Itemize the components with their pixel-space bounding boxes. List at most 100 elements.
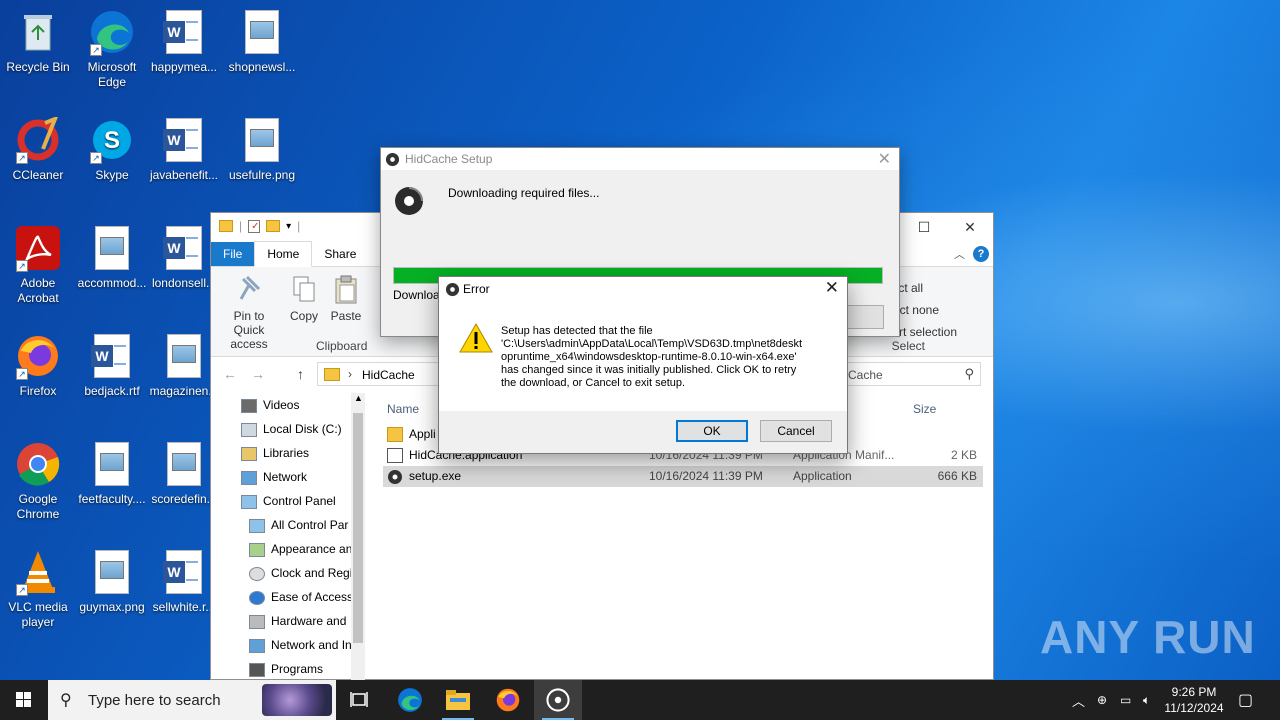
nav-item-network[interactable]: Network (241, 465, 351, 489)
nav-item-clock[interactable]: Clock and Regi (249, 561, 351, 585)
taskbar-firefox[interactable] (484, 680, 532, 720)
show-hidden-icons-button[interactable]: ︿ (1072, 680, 1085, 720)
desktop-icon-ccleaner[interactable]: ↗ CCleaner (0, 116, 76, 183)
edge-icon (398, 688, 422, 712)
desktop-icon-firefox[interactable]: ↗ Firefox (0, 332, 76, 399)
nav-label: Appearance an (271, 542, 351, 556)
tab-file[interactable]: File (211, 242, 255, 266)
nav-item-videos[interactable]: Videos (241, 393, 351, 417)
up-arrow-icon[interactable]: ↑ (297, 366, 304, 382)
file-row-selected[interactable]: setup.exe 10/16/2024 11:39 PM Applicatio… (383, 466, 983, 487)
nav-item-appearance[interactable]: Appearance an (249, 537, 351, 561)
invert-selection-button[interactable]: rt selection (899, 325, 957, 339)
nav-item-ease-of-access[interactable]: Ease of Access (249, 585, 351, 609)
image-file-icon (238, 8, 286, 56)
pin-icon (235, 275, 263, 305)
window-controls: ☐ ✕ (901, 213, 993, 241)
file-date: 10/16/2024 11:39 PM (649, 469, 763, 483)
nav-label: Local Disk (C:) (263, 422, 342, 436)
close-icon[interactable]: ✕ (878, 149, 891, 169)
column-header-size[interactable]: Size (913, 402, 936, 416)
cancel-button[interactable]: Cancel (760, 420, 832, 442)
desktop-icon-adobe-acrobat[interactable]: ↗ Adobe Acrobat (0, 224, 76, 306)
desktop-icon-label: accommod... (77, 276, 147, 290)
back-arrow-icon[interactable]: ← (223, 366, 237, 382)
nav-scrollbar[interactable]: ▲ (351, 393, 365, 681)
nav-item-libraries[interactable]: Libraries (241, 441, 351, 465)
scrollbar-thumb[interactable] (353, 413, 363, 643)
network-icon[interactable]: ▭ (1120, 680, 1131, 720)
shortcut-arrow-icon: ↗ (90, 152, 102, 164)
shortcut-arrow-icon: ↗ (16, 584, 28, 596)
taskbar-search-input[interactable]: ⚲ Type here to search (48, 680, 336, 720)
column-header-name[interactable]: Name (387, 402, 419, 416)
nav-item-hardware[interactable]: Hardware and (249, 609, 351, 633)
firefox-icon (496, 688, 520, 712)
desktop-icon-shopnewsl[interactable]: shopnewsl... (224, 8, 300, 75)
tab-home[interactable]: Home (254, 241, 313, 267)
anyrun-watermark: ANY RUN (1040, 611, 1256, 663)
desktop-icon-happymea[interactable]: W happymea... (146, 8, 222, 75)
vlc-icon: ↗ (14, 548, 62, 596)
desktop-icon-javabenefit[interactable]: W javabenefit... (146, 116, 222, 183)
image-file-icon (88, 440, 136, 488)
desktop-icon-label: javabenefit... (149, 168, 219, 182)
task-view-button[interactable] (336, 680, 384, 720)
pin-to-quick-access-button[interactable]: Pin to Quick access (217, 275, 281, 351)
search-input[interactable]: Cache ⚲ (841, 362, 981, 386)
desktop-icon-accommod[interactable]: accommod... (74, 224, 150, 291)
chevron-up-icon[interactable]: ︿ (954, 246, 965, 262)
desktop-icon-vlc[interactable]: ↗ VLC media player (0, 548, 76, 630)
start-button[interactable] (0, 680, 48, 720)
file-explorer-icon (446, 690, 470, 710)
scroll-up-icon[interactable]: ▲ (354, 393, 363, 403)
desktop-icon-label: Adobe Acrobat (17, 276, 59, 305)
network-internet-icon (249, 638, 265, 653)
properties-icon[interactable]: ✓ (248, 219, 261, 233)
nav-item-programs[interactable]: Programs (249, 657, 351, 681)
help-icon[interactable]: ? (973, 246, 989, 262)
desktop-icon-microsoft-edge[interactable]: ↗ Microsoft Edge (74, 8, 150, 90)
desktop-icon-feetfaculty[interactable]: feetfaculty.... (74, 440, 150, 507)
copy-label: Copy (289, 309, 318, 323)
taskbar-edge[interactable] (386, 680, 434, 720)
application-manifest-icon (387, 448, 403, 463)
desktop-icon-recycle-bin[interactable]: Recycle Bin (0, 8, 76, 75)
nav-item-local-disk[interactable]: Local Disk (C:) (241, 417, 351, 441)
nav-item-network-internet[interactable]: Network and In (249, 633, 351, 657)
select-all-button[interactable]: ct all (898, 281, 923, 295)
notifications-icon[interactable]: ▢ (1238, 680, 1253, 720)
nav-label: Control Panel (263, 494, 336, 508)
clock-icon (249, 566, 265, 581)
clock-time: 9:26 PM (1171, 685, 1217, 699)
taskbar-hidcache-setup[interactable] (534, 680, 582, 720)
image-file-icon (160, 440, 208, 488)
desktop-icon-google-chrome[interactable]: Google Chrome (0, 440, 76, 522)
qa-dropdown-icon[interactable]: ▾ (286, 221, 291, 232)
desktop-icon-skype[interactable]: S ↗ Skype (74, 116, 150, 183)
close-button[interactable]: ✕ (947, 213, 993, 241)
separator: | (297, 219, 301, 233)
nav-item-all-control-panel[interactable]: All Control Par (249, 513, 351, 537)
maximize-button[interactable]: ☐ (901, 213, 947, 241)
desktop-icon-guymax[interactable]: guymax.png (74, 548, 150, 615)
word-document-icon: W (160, 548, 208, 596)
network-status-icon[interactable]: ⊕ (1097, 680, 1107, 720)
taskbar-file-explorer[interactable] (434, 680, 482, 720)
close-icon[interactable]: ✕ (825, 278, 839, 298)
select-group-label: Select (891, 339, 925, 353)
nav-item-control-panel[interactable]: Control Panel (241, 489, 351, 513)
desktop-icon-bedjack[interactable]: W bedjack.rtf (74, 332, 150, 399)
new-folder-icon[interactable] (266, 220, 281, 232)
tab-share[interactable]: Share (312, 242, 368, 266)
forward-arrow-icon[interactable]: → (251, 366, 265, 382)
volume-icon[interactable]: 🔈︎ (1143, 680, 1150, 720)
select-none-button[interactable]: ct none (900, 303, 939, 317)
copy-button[interactable]: Copy (287, 275, 321, 323)
file-size: 2 KB (950, 448, 977, 462)
word-document-icon: W (160, 8, 208, 56)
desktop-icon-usefulre[interactable]: usefulre.png (224, 116, 300, 183)
system-clock[interactable]: 9:26 PM 11/12/2024 (1156, 684, 1232, 716)
ok-button[interactable]: OK (676, 420, 748, 442)
paste-button[interactable]: Paste (329, 275, 363, 323)
